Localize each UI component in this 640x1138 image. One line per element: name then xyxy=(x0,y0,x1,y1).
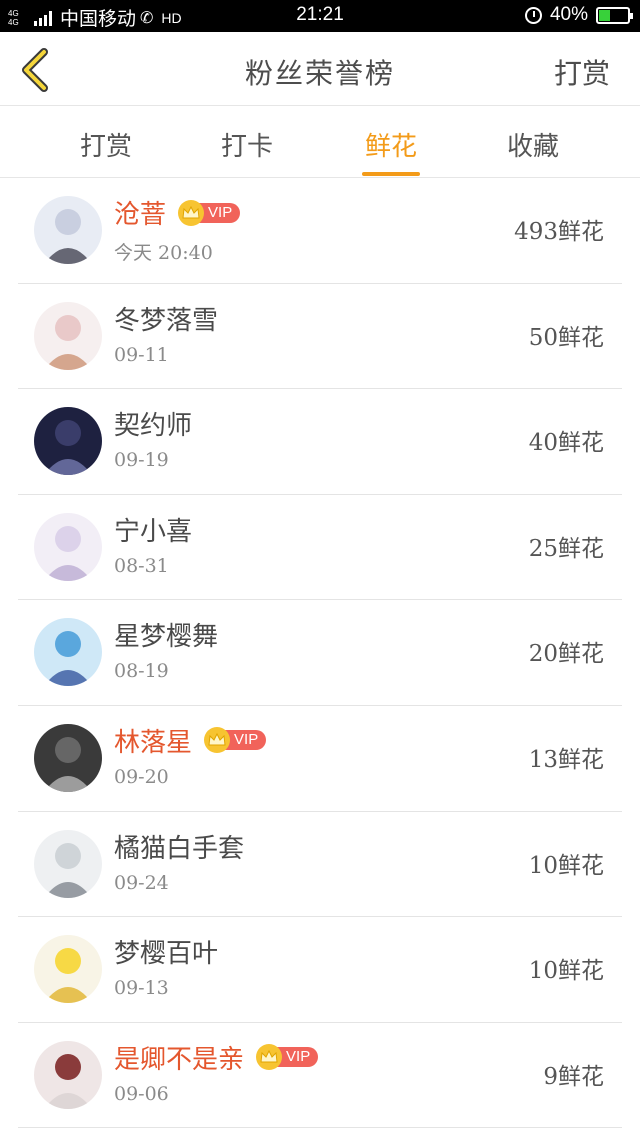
tab-flowers[interactable]: 鲜花 xyxy=(351,126,431,163)
gift-date: 08-19 xyxy=(114,660,169,683)
user-name: 是卿不是亲 xyxy=(114,1044,245,1075)
user-name: 契约师 xyxy=(114,411,193,442)
tab-bar: 打赏 打卡 鲜花 收藏 xyxy=(0,106,640,178)
user-name: 橘猫白手套 xyxy=(114,833,245,864)
avatar[interactable] xyxy=(34,829,102,898)
gift-date: 今天 20:40 xyxy=(114,242,213,264)
ranking-row[interactable]: 冬梦落雪 VIP 09-11 50鲜花 xyxy=(18,284,622,390)
name-line: 是卿不是亲 VIP xyxy=(114,1039,319,1076)
gift-date: 09-19 xyxy=(114,449,169,472)
avatar[interactable] xyxy=(34,407,102,476)
tab-reward[interactable]: 打赏 xyxy=(66,126,146,163)
user-name: 星梦樱舞 xyxy=(114,622,219,653)
avatar[interactable] xyxy=(34,196,102,264)
flower-count: 20鲜花 xyxy=(528,641,604,668)
reward-button[interactable]: 打赏 xyxy=(554,52,610,92)
status-bar: 4G 4G 中国移动 ✆ HD 21:21 40% xyxy=(0,0,640,32)
alarm-icon xyxy=(524,6,542,24)
name-line: 梦樱百叶 VIP xyxy=(114,933,218,970)
avatar[interactable] xyxy=(34,723,102,792)
tab-checkin[interactable]: 打卡 xyxy=(207,126,287,163)
flower-count: 10鲜花 xyxy=(528,958,604,985)
gift-date: 09-06 xyxy=(114,1082,169,1105)
user-name: 梦樱百叶 xyxy=(114,939,219,970)
battery-level xyxy=(599,9,611,21)
gift-date: 09-13 xyxy=(114,977,169,1000)
user-name: 宁小喜 xyxy=(114,516,193,547)
flower-count: 25鲜花 xyxy=(528,535,604,562)
gift-date: 09-11 xyxy=(114,343,169,366)
flower-count: 10鲜花 xyxy=(528,852,604,879)
crown-icon xyxy=(178,199,205,226)
fan-ranking-list: 沧萻 VIP 今天 20:40 493鲜花 冬梦落雪 09-11 50鲜花 契约… xyxy=(0,178,640,1129)
avatar[interactable] xyxy=(34,512,102,581)
ranking-row[interactable]: 星梦樱舞 VIP 08-19 20鲜花 xyxy=(18,600,622,706)
gift-date: 09-24 xyxy=(114,871,169,894)
avatar[interactable] xyxy=(34,1040,102,1109)
name-line: 宁小喜 VIP xyxy=(114,511,192,548)
flower-count: 9鲜花 xyxy=(543,1063,604,1090)
ranking-row[interactable]: 是卿不是亲 VIP 09-06 9鲜花 xyxy=(18,1023,622,1129)
battery-percent: 40% xyxy=(549,4,588,25)
ranking-row[interactable]: 林落星 VIP 09-20 13鲜花 xyxy=(18,706,622,812)
ranking-row[interactable]: 沧萻 VIP 今天 20:40 493鲜花 xyxy=(18,178,622,284)
name-line: 星梦樱舞 VIP xyxy=(114,616,218,653)
name-line: 林落星 VIP xyxy=(114,722,267,759)
vip-badge: VIP xyxy=(178,199,241,226)
flower-count: 40鲜花 xyxy=(528,430,604,457)
name-line: 沧萻 VIP xyxy=(114,194,241,231)
flower-count: 50鲜花 xyxy=(528,324,604,351)
ranking-row[interactable]: 契约师 VIP 09-19 40鲜花 xyxy=(18,389,622,495)
vip-badge: VIP xyxy=(204,727,267,754)
user-name: 冬梦落雪 xyxy=(114,305,219,336)
user-name: 林落星 xyxy=(114,727,193,758)
gift-date: 09-20 xyxy=(114,765,169,788)
status-right: 40% xyxy=(524,4,633,26)
avatar[interactable] xyxy=(34,618,102,687)
gift-date: 08-31 xyxy=(114,554,169,577)
ranking-row[interactable]: 宁小喜 VIP 08-31 25鲜花 xyxy=(18,495,622,601)
avatar[interactable] xyxy=(34,935,102,1004)
battery-icon xyxy=(596,6,633,24)
flower-count: 493鲜花 xyxy=(514,219,604,245)
page-title: 粉丝荣誉榜 xyxy=(244,57,395,90)
ranking-row[interactable]: 橘猫白手套 VIP 09-24 10鲜花 xyxy=(18,812,622,918)
name-line: 橘猫白手套 VIP xyxy=(114,828,244,865)
active-tab-indicator xyxy=(362,172,420,176)
user-name: 沧萻 xyxy=(114,200,167,230)
ranking-row[interactable]: 梦樱百叶 VIP 09-13 10鲜花 xyxy=(18,917,622,1023)
nav-header: 粉丝荣誉榜 打赏 xyxy=(0,32,640,106)
tab-favorites[interactable]: 收藏 xyxy=(493,126,573,163)
avatar[interactable] xyxy=(34,301,102,370)
vip-badge: VIP xyxy=(256,1044,319,1071)
flower-count: 13鲜花 xyxy=(528,746,604,773)
name-line: 冬梦落雪 VIP xyxy=(114,300,218,337)
name-line: 契约师 VIP xyxy=(114,405,192,442)
